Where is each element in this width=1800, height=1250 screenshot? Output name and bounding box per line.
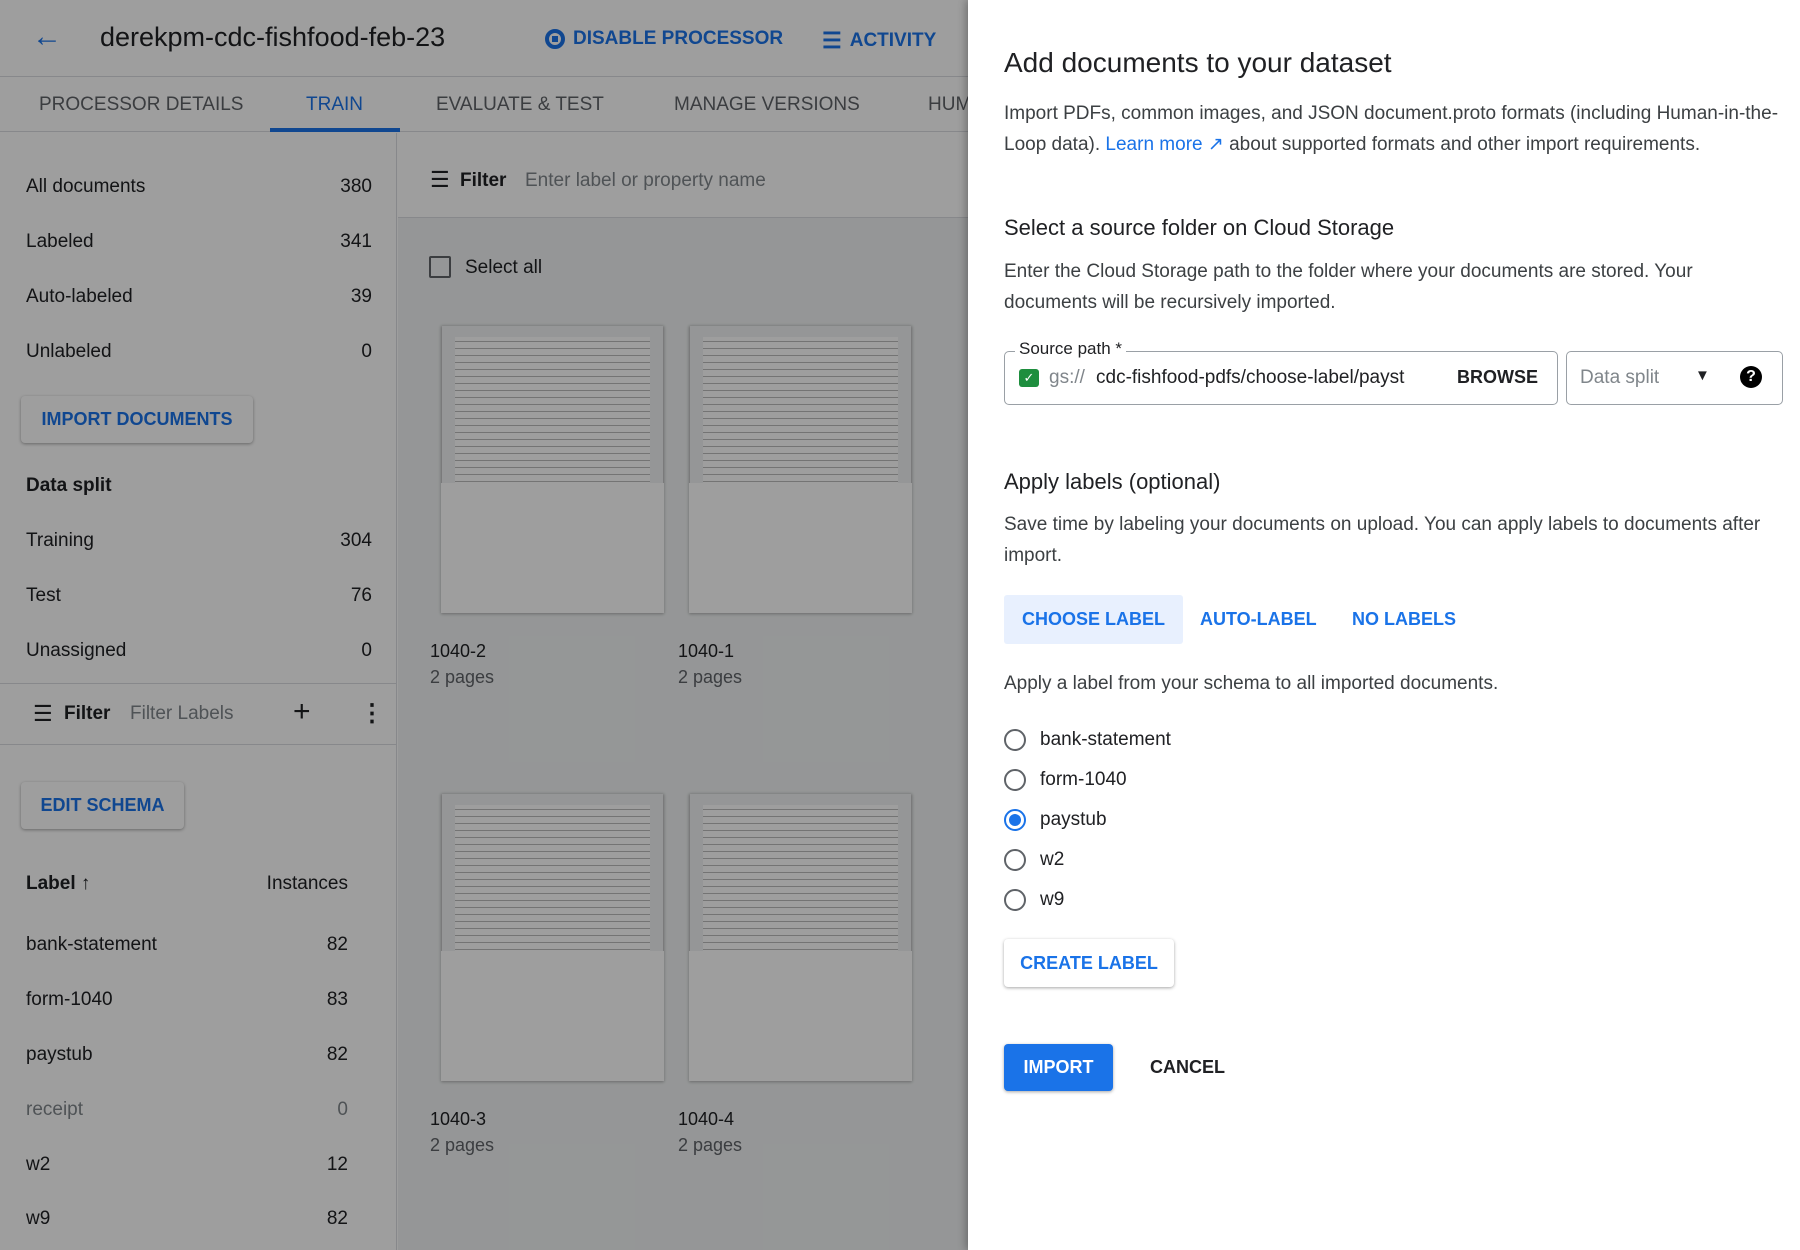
source-description: Enter the Cloud Storage path to the fold… [1004,261,1693,313]
radio-w2[interactable]: w2 [1004,849,1064,871]
browse-button[interactable]: BROWSE [1457,367,1538,388]
radio-circle[interactable] [1004,729,1026,751]
panel-title: Add documents to your dataset [1004,47,1392,78]
auto-label-tab[interactable]: AUTO-LABEL [1182,595,1335,644]
data-split-select[interactable]: Data split ▼ ? [1566,351,1783,405]
source-path-input[interactable]: cdc-fishfood-pdfs/choose-label/payst [1096,367,1404,389]
data-split-placeholder: Data split [1580,367,1660,388]
add-documents-panel: Add documents to your dataset Import PDF… [968,0,1800,1250]
radio-circle-selected[interactable] [1004,809,1026,831]
radio-circle[interactable] [1004,769,1026,791]
choose-label-tab[interactable]: CHOOSE LABEL [1004,595,1184,644]
modal-scrim[interactable] [0,0,968,1250]
radio-paystub[interactable]: paystub [1004,809,1107,831]
source-path-label: Source path * [1015,339,1127,359]
no-labels-tab[interactable]: NO LABELS [1334,595,1474,644]
help-icon[interactable]: ? [1740,366,1762,388]
source-prefix: gs:// [1049,367,1085,388]
radio-w9[interactable]: w9 [1004,889,1064,911]
labels-heading: Apply labels (optional) [1004,469,1221,494]
cancel-button[interactable]: CANCEL [1150,1057,1225,1078]
source-heading: Select a source folder on Cloud Storage [1004,215,1395,240]
create-label-button[interactable]: CREATE LABEL [1004,939,1174,987]
learn-more-link[interactable]: Learn more [1105,134,1202,155]
choose-description: Apply a label from your schema to all im… [1004,673,1499,694]
external-link-icon: ↗ [1202,134,1224,155]
folder-check-icon: ✓ [1019,369,1039,387]
radio-form-1040[interactable]: form-1040 [1004,769,1127,791]
import-button[interactable]: IMPORT [1004,1044,1113,1091]
radio-circle[interactable] [1004,849,1026,871]
intro-text: Import PDFs, common images, and JSON doc… [1004,103,1779,155]
labels-description: Save time by labeling your documents on … [1004,514,1761,566]
radio-circle[interactable] [1004,889,1026,911]
dropdown-arrow-icon: ▼ [1695,367,1710,384]
source-path-field[interactable]: Source path * ✓ gs:// cdc-fishfood-pdfs/… [1004,339,1558,405]
radio-bank-statement[interactable]: bank-statement [1004,729,1171,751]
